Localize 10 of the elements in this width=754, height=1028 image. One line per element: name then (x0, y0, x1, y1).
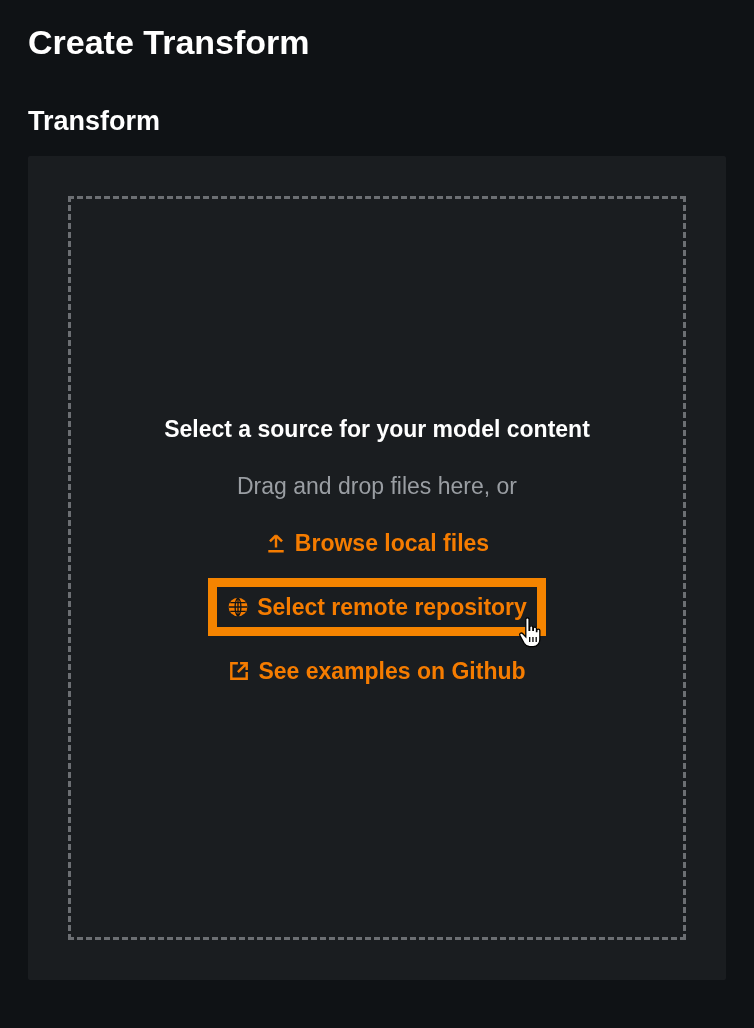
external-link-icon (228, 660, 251, 682)
dropzone[interactable]: Select a source for your model content Drag and drop files here, or Browse local files Select remote repository See examples on Github (68, 196, 686, 940)
source-link[interactable]: Select remote repository (208, 578, 546, 636)
dropzone-hint: Drag and drop files here, or (237, 473, 517, 500)
source-link[interactable]: See examples on Github (209, 642, 545, 700)
dropzone-heading: Select a source for your model content (164, 416, 590, 443)
section-title: Transform (28, 105, 162, 138)
page-title: Create Transform (28, 22, 311, 63)
source-link[interactable]: Browse local files (245, 514, 509, 572)
globe-icon (227, 596, 250, 618)
